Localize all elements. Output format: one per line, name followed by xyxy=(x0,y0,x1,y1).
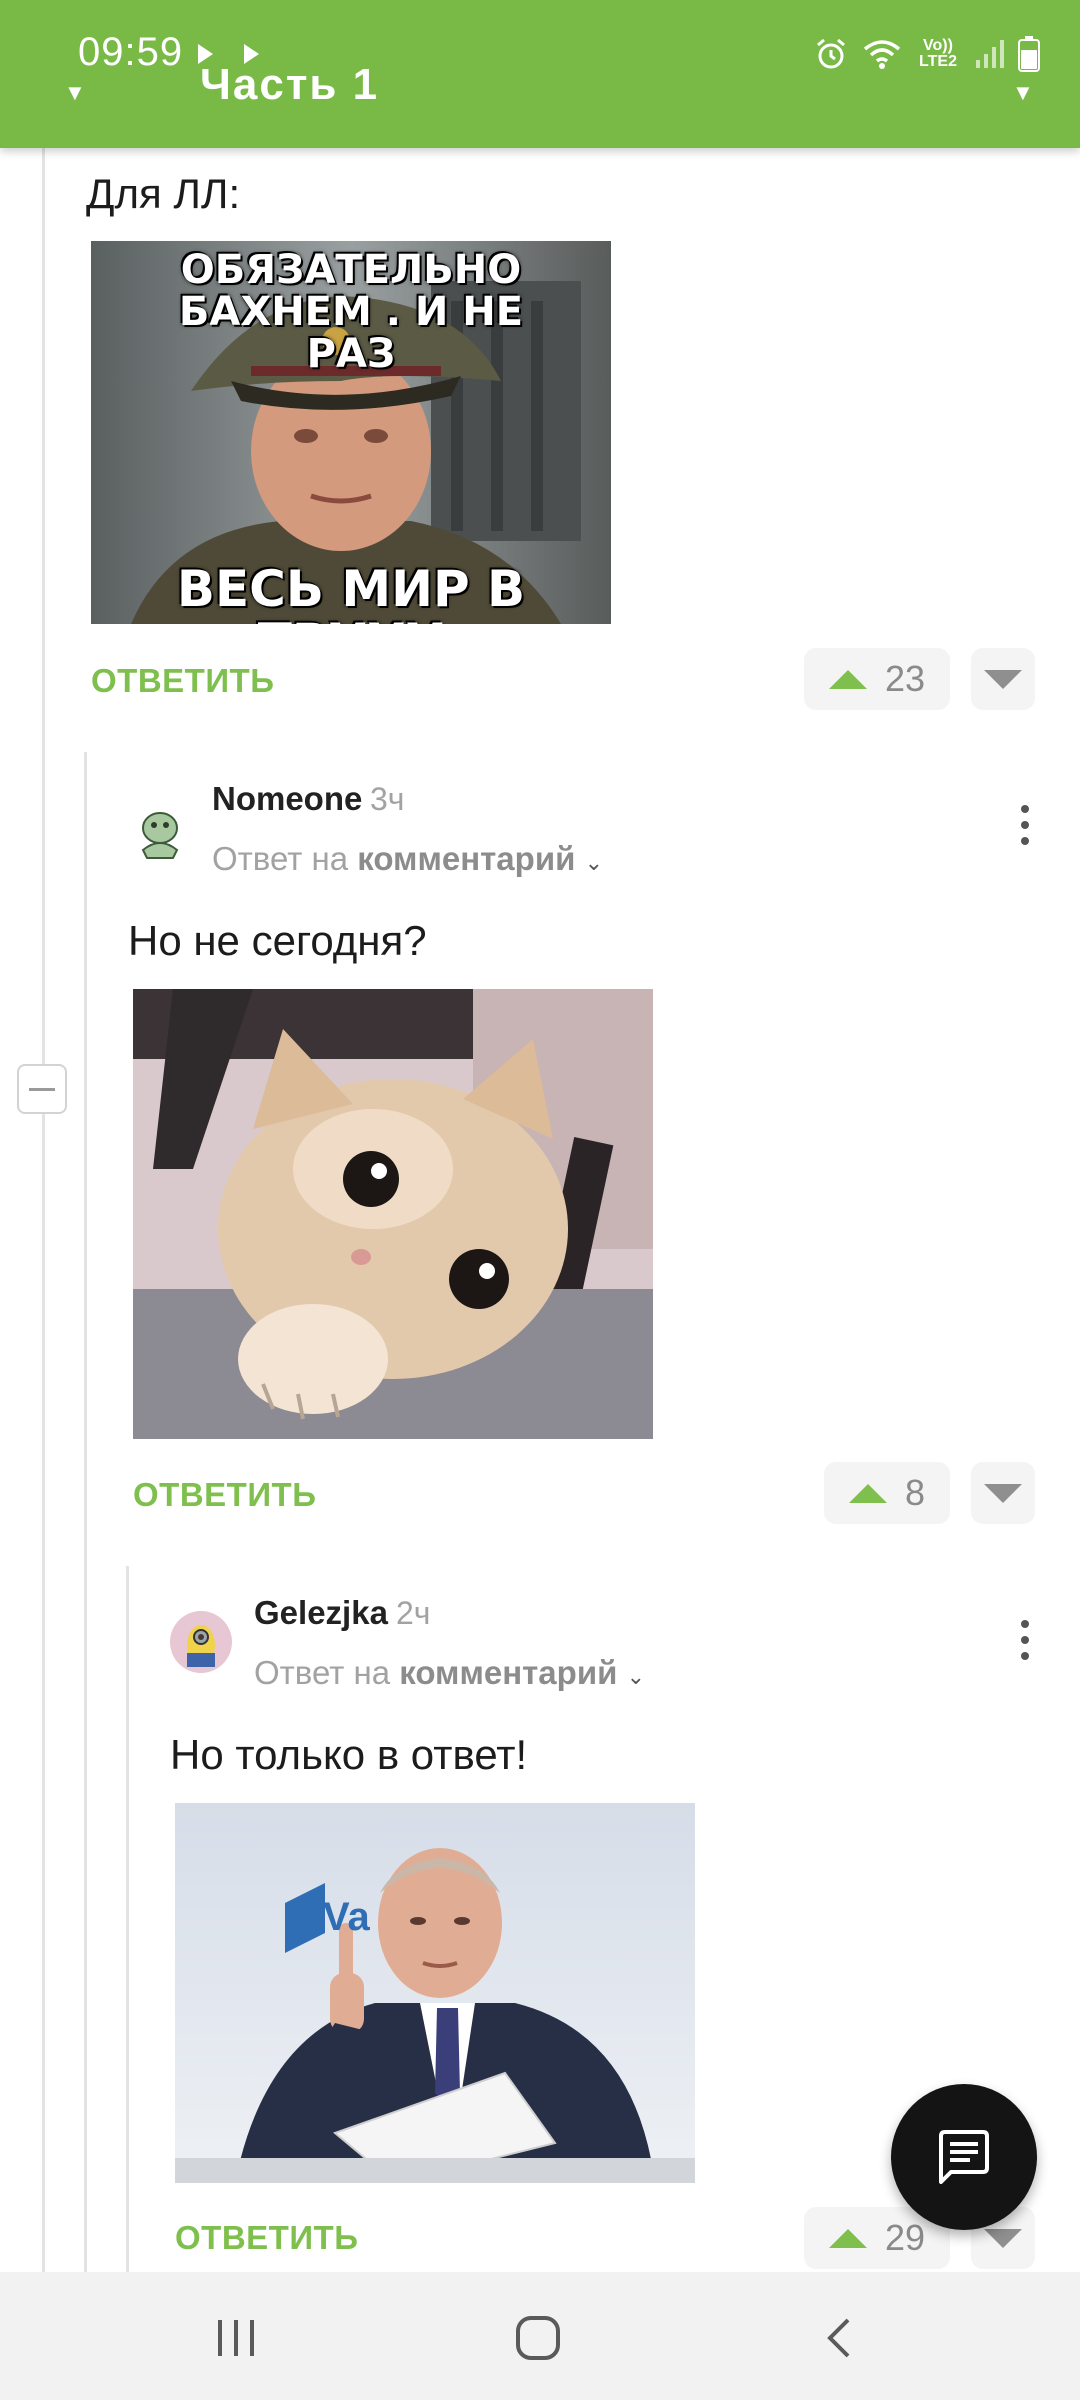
vote-count: 8 xyxy=(904,1472,926,1513)
comment-image-cat[interactable] xyxy=(133,989,653,1439)
reply-to-target[interactable]: комментарий xyxy=(357,840,575,877)
downvote-arrow-icon xyxy=(984,2228,1022,2248)
signal-icon xyxy=(976,40,1004,68)
upvote-arrow-icon[interactable] xyxy=(828,669,867,689)
upvote-arrow-icon[interactable] xyxy=(828,2228,867,2248)
comment-time: 3ч xyxy=(370,781,405,817)
collapse-thread-button[interactable] xyxy=(17,1064,67,1114)
avatar[interactable] xyxy=(129,800,191,862)
thread-line xyxy=(42,148,45,2272)
home-icon[interactable] xyxy=(514,2314,562,2362)
page-title[interactable]: Часть 1 xyxy=(200,60,379,110)
comment-author[interactable]: Nomeone xyxy=(212,780,362,818)
top-app-bar: 09:59 Часть 1 ▼ ▼ Vo)) LTE2 xyxy=(0,0,1080,148)
thread-line xyxy=(126,1566,129,2272)
comment-text: Для ЛЛ: xyxy=(86,170,241,217)
chevron-down-icon[interactable]: ⌄ xyxy=(585,850,603,875)
alarm-icon xyxy=(817,38,845,69)
battery-icon xyxy=(1018,36,1040,72)
downvote-button[interactable] xyxy=(971,1462,1035,1524)
reply-to-target[interactable]: комментарий xyxy=(399,1654,617,1691)
meme-top-text: ОБЯЗАТЕЛЬНО БАХНЕМ . И НЕ РАЗ xyxy=(178,247,524,377)
downvote-arrow-icon xyxy=(984,669,1022,689)
vote-count: 29 xyxy=(884,2217,926,2258)
chevron-down-icon[interactable]: ▼ xyxy=(64,80,86,106)
photo-logo-text: Va xyxy=(323,1895,370,1939)
network-type-label: Vo)) LTE2 xyxy=(919,37,957,70)
vote-count: 23 xyxy=(884,658,926,699)
comment-image-meme[interactable]: ОБЯЗАТЕЛЬНО БАХНЕМ . И НЕ РАЗ ВЕСЬ МИР В… xyxy=(91,241,611,624)
comment-icon xyxy=(939,2130,989,2184)
back-icon[interactable] xyxy=(822,2316,858,2360)
reply-to-prefix: Ответ на xyxy=(254,1654,391,1691)
avatar[interactable] xyxy=(170,1611,232,1673)
wifi-icon xyxy=(863,40,901,69)
thread-line xyxy=(84,752,87,2272)
recents-icon[interactable] xyxy=(212,2316,260,2360)
comment-text: Но только в ответ! xyxy=(170,1731,528,1778)
reply-to-label[interactable]: Ответ на комментарий ⌄ xyxy=(212,840,603,878)
comment-image-photo[interactable]: Va xyxy=(175,1803,695,2183)
avatar-image xyxy=(170,1611,232,1673)
meme-bottom-text: ВЕСЬ МИР В ТРУХУ xyxy=(176,560,526,624)
person-photo xyxy=(175,1803,695,2183)
vote-up-box[interactable]: 23 xyxy=(804,648,950,710)
avatar-image xyxy=(141,812,179,859)
add-comment-fab[interactable] xyxy=(891,2084,1037,2230)
upvote-arrow-icon[interactable] xyxy=(848,1483,887,1503)
vote-up-box[interactable]: 8 xyxy=(824,1462,950,1524)
cat-photo xyxy=(133,989,653,1439)
downvote-button[interactable] xyxy=(971,648,1035,710)
comment-author[interactable]: Gelezjka xyxy=(254,1594,388,1632)
system-navigation-bar xyxy=(0,2272,1080,2400)
chevron-down-icon[interactable]: ▼ xyxy=(1012,80,1034,106)
status-icons: Vo)) LTE2 xyxy=(814,34,1040,74)
comment-time: 2ч xyxy=(396,1595,431,1631)
reply-button[interactable]: ОТВЕТИТЬ xyxy=(133,1476,316,1514)
reply-to-prefix: Ответ на xyxy=(212,840,349,877)
chevron-down-icon[interactable]: ⌄ xyxy=(627,1664,645,1689)
downvote-arrow-icon xyxy=(984,1483,1022,1503)
reply-to-label[interactable]: Ответ на комментарий ⌄ xyxy=(254,1654,645,1692)
comment-text: Но не сегодня? xyxy=(128,917,427,964)
reply-button[interactable]: ОТВЕТИТЬ xyxy=(175,2219,358,2257)
more-options-icon[interactable] xyxy=(1015,1620,1035,1660)
more-options-icon[interactable] xyxy=(1015,805,1035,845)
reply-button[interactable]: ОТВЕТИТЬ xyxy=(91,662,274,700)
status-time: 09:59 xyxy=(78,30,184,74)
